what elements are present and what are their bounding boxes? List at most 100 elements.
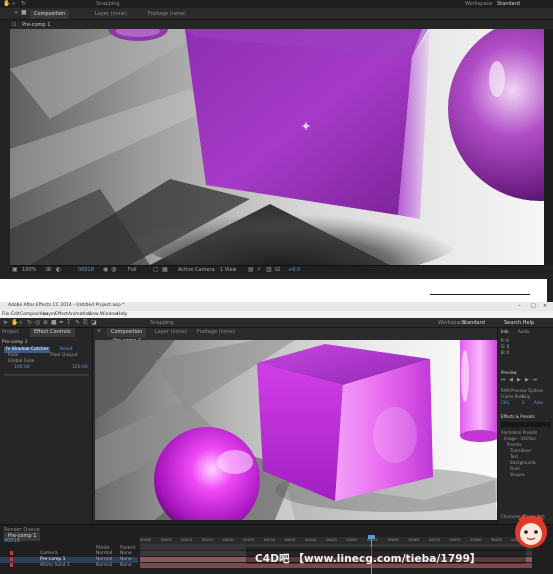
zoom-tool-icon[interactable]: ⌕ (19, 319, 22, 327)
pan-behind-tool-icon[interactable]: ⊕ (43, 319, 48, 326)
menu-edit[interactable]: Edit (11, 312, 20, 317)
tab-preview[interactable]: Preview (501, 370, 517, 375)
exposure-value[interactable]: +0.0 (288, 267, 300, 274)
tab-composition[interactable]: Composition (30, 10, 70, 19)
maximize-icon[interactable]: □ (531, 303, 536, 309)
tree-item[interactable]: Animation Presets (501, 430, 537, 435)
region-icon[interactable]: ▢ (153, 266, 159, 273)
timeline-icon[interactable]: ▥ (266, 266, 272, 273)
next-frame-icon[interactable]: ▶ (525, 377, 529, 383)
layer-mode[interactable]: Normal (96, 551, 112, 556)
search-help[interactable]: Search Help (504, 319, 534, 328)
menu-file[interactable]: File (2, 312, 10, 317)
layer-mode[interactable]: Normal (96, 557, 112, 562)
workspace-select[interactable]: Standard (462, 319, 485, 328)
param-slider[interactable] (4, 374, 89, 376)
zoom-level[interactable]: 100% (22, 267, 36, 274)
brush-tool-icon[interactable]: ✎ (75, 319, 80, 326)
play-icon[interactable]: ▶ (517, 377, 521, 383)
timeline-timecode[interactable]: 00018 (4, 537, 20, 546)
rendered-3d-scene (10, 29, 544, 265)
tree-item[interactable]: Shapes (510, 472, 525, 477)
hand-tool-icon[interactable]: ✋ (3, 0, 10, 7)
tab-layer[interactable]: Layer (none) (155, 328, 187, 337)
tree-item[interactable]: Image - Utilities (504, 436, 536, 441)
preview-icon[interactable]: ▣ (12, 266, 18, 273)
lock-icon[interactable]: ■ (21, 9, 27, 16)
tab-layer[interactable]: Layer (none) (95, 10, 127, 19)
layer-parent[interactable]: None (120, 563, 132, 568)
grid-icon[interactable]: ⊞ (46, 266, 51, 273)
composition-viewer[interactable] (95, 340, 497, 520)
menu-window[interactable]: Window (100, 312, 118, 317)
tree-item[interactable]: Transitions (510, 448, 531, 453)
camera-tool-icon[interactable]: ◎ (35, 319, 40, 326)
snapping-label[interactable]: Snapping (150, 319, 174, 328)
tree-item[interactable]: Text (510, 454, 518, 459)
selection-tool-icon[interactable]: ➤ (3, 319, 8, 326)
zoom-tool-icon[interactable]: ⌕ (12, 0, 15, 8)
timecode[interactable]: 00018 (78, 267, 94, 274)
time-ruler[interactable]: 00000 00005 00010 00015 00020 00025 00030 00035… (140, 537, 532, 544)
skip-value[interactable]: 0 (522, 400, 525, 405)
view-layout-select[interactable]: 1 View (220, 267, 237, 274)
close-icon[interactable]: × (97, 328, 101, 334)
skip-label: Skip (522, 394, 531, 399)
layer-parent[interactable]: None (120, 557, 132, 562)
layer-mode[interactable]: Normal (96, 563, 112, 568)
layer-parent[interactable]: None (120, 551, 132, 556)
rotate-tool-icon[interactable]: ↻ (27, 319, 32, 326)
ruler-tick-label: 00060 (387, 538, 399, 542)
toggle-pixel-icon[interactable]: ▤ (248, 266, 254, 273)
param-value-1[interactable]: 100.00 (14, 365, 30, 371)
playback-controls: ⏮ ◀ ▶ ▶ ⏭ (501, 377, 551, 384)
rotate-tool-icon[interactable]: ↻ (21, 0, 26, 7)
ram-preview-label: RAM Preview Options (501, 388, 544, 393)
layer-row[interactable]: White Solid 1 Normal None (0, 563, 138, 569)
pen-tool-icon[interactable]: ✒ (59, 319, 64, 326)
tab-effect-controls[interactable]: Effect Controls (30, 328, 75, 337)
snapshot-icon[interactable]: ◉ (103, 266, 108, 273)
tab-footage[interactable]: Footage (none) (148, 10, 186, 19)
param-value-2[interactable]: 100.00 (72, 365, 88, 371)
param-pixel-output[interactable]: Pixel Output (50, 353, 77, 359)
resolution-select[interactable]: Full (128, 267, 137, 274)
transparency-icon[interactable]: ▦ (162, 266, 168, 273)
tab-composition[interactable]: Composition (107, 328, 147, 337)
close-window-icon[interactable]: × (543, 303, 547, 309)
frame-rate-value[interactable]: (30) (501, 400, 509, 405)
type-tool-icon[interactable]: T (67, 319, 71, 326)
resolution-value[interactable]: Auto (534, 400, 543, 405)
eraser-tool-icon[interactable]: ◪ (91, 319, 97, 326)
hand-tool-icon[interactable]: ✋ (11, 319, 18, 326)
effects-search-input[interactable] (501, 422, 551, 427)
flowchart-icon[interactable]: ⊟ (275, 266, 280, 273)
tab-project[interactable]: Project (2, 328, 19, 337)
tab-footage[interactable]: Footage (none) (197, 328, 235, 337)
ruler-tick-label: 00010 (181, 538, 193, 542)
menu-view[interactable]: View (88, 312, 99, 317)
fast-preview-icon[interactable]: ⚡ (257, 266, 261, 273)
viewer-scrollbar[interactable] (544, 29, 553, 265)
first-frame-icon[interactable]: ⏮ (501, 377, 506, 383)
last-frame-icon[interactable]: ⏭ (533, 377, 538, 383)
tab-audio[interactable]: Audio (518, 329, 529, 334)
tree-item[interactable]: Presets (507, 442, 522, 447)
close-icon[interactable]: × (14, 10, 18, 16)
tree-item[interactable]: Backgrounds (510, 460, 536, 465)
mask-icon[interactable]: ◐ (56, 266, 61, 273)
camera-select[interactable]: Active Camera (178, 267, 215, 274)
clone-tool-icon[interactable]: ⎘ (83, 319, 88, 327)
prev-frame-icon[interactable]: ◀ (509, 377, 513, 383)
shape-tool-icon[interactable]: ■ (51, 319, 57, 326)
minimize-icon[interactable]: – (518, 303, 521, 309)
menu-effect[interactable]: Effect (55, 312, 68, 317)
tab-info[interactable]: Info (501, 329, 509, 334)
channel-icon[interactable]: ◍ (111, 266, 116, 273)
tree-item[interactable]: Paint (510, 466, 520, 471)
menu-help[interactable]: Help (117, 312, 127, 317)
composition-viewer[interactable] (10, 29, 544, 265)
menu-layer[interactable]: Layer (43, 312, 56, 317)
tab-effects-presets[interactable]: Effects & Presets (501, 414, 535, 419)
playhead-handle[interactable] (368, 535, 375, 539)
